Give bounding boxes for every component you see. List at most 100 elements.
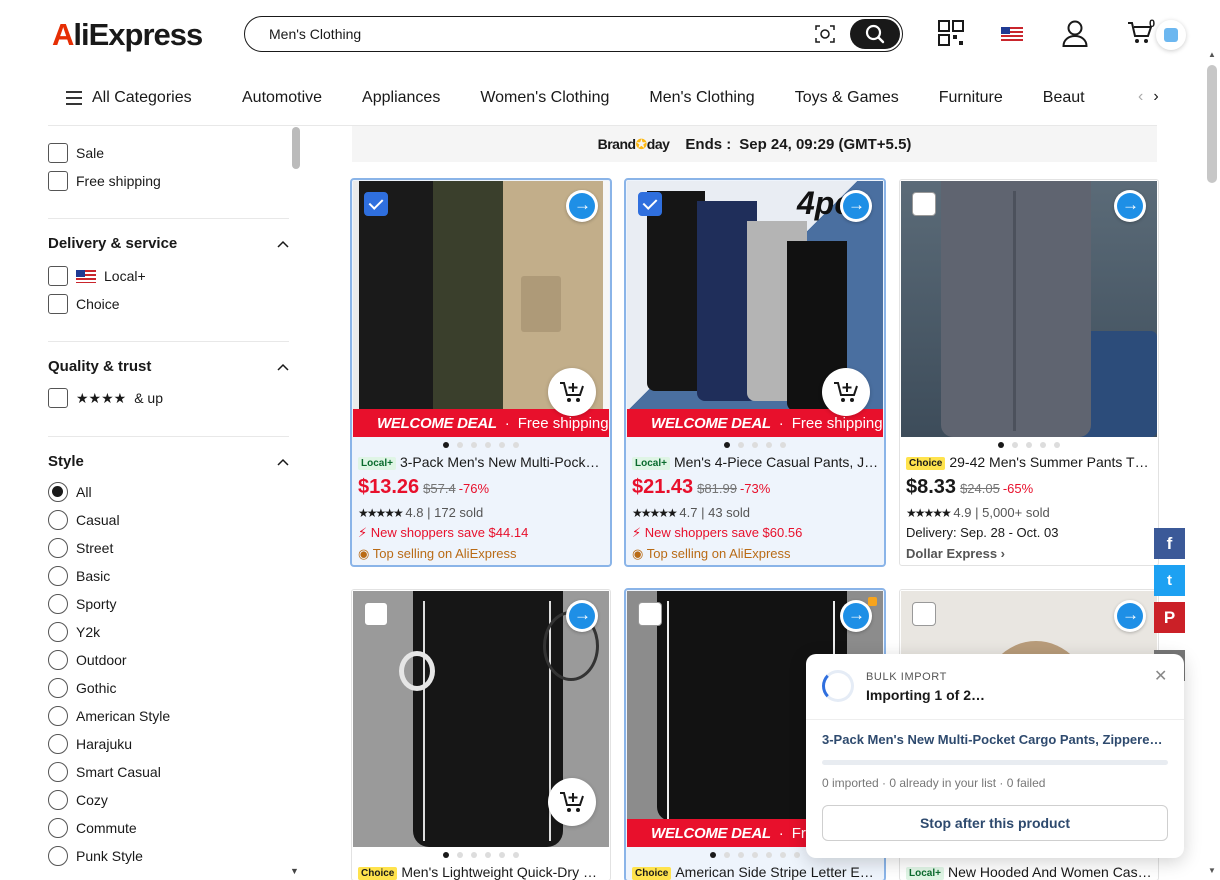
chevron-up-icon[interactable] xyxy=(277,363,289,371)
product-title[interactable]: Local+Men's 4-Piece Casual Pants, Jogger… xyxy=(632,454,880,470)
style-option-label: Sporty xyxy=(76,596,117,612)
scroll-up-arrow-icon[interactable]: ▲ xyxy=(1208,50,1216,59)
style-option-harajuku[interactable]: Harajuku xyxy=(48,734,132,754)
extension-button[interactable] xyxy=(1156,20,1186,50)
aliexpress-logo[interactable]: AliExpress xyxy=(52,17,203,53)
style-option-street[interactable]: Street xyxy=(48,538,113,558)
category-mens-clothing[interactable]: Men's Clothing xyxy=(649,89,754,107)
open-product-icon[interactable] xyxy=(840,190,872,222)
chevron-up-icon[interactable] xyxy=(277,458,289,466)
chevron-up-icon[interactable] xyxy=(277,240,289,248)
radio-button[interactable] xyxy=(48,762,68,782)
style-option-casual[interactable]: Casual xyxy=(48,510,120,530)
style-option-punk-style[interactable]: Punk Style xyxy=(48,846,143,866)
select-checkbox[interactable] xyxy=(638,602,662,626)
style-option-label: Outdoor xyxy=(76,652,127,668)
prev-arrow-icon[interactable]: ‹ xyxy=(1138,88,1143,105)
category-beauty[interactable]: Beaut xyxy=(1043,89,1085,107)
filter-choice[interactable]: Choice xyxy=(48,294,120,314)
product-card[interactable]: Choice29-42 Men's Summer Pants Thin Stre… xyxy=(899,179,1159,566)
radio-button[interactable] xyxy=(48,594,68,614)
radio-button[interactable] xyxy=(48,538,68,558)
style-option-basic[interactable]: Basic xyxy=(48,566,110,586)
filter-local-plus[interactable]: Local+ xyxy=(48,266,146,286)
category-womens-clothing[interactable]: Women's Clothing xyxy=(480,89,609,107)
add-to-cart-button[interactable] xyxy=(548,368,596,416)
select-checkbox[interactable] xyxy=(912,192,936,216)
radio-button[interactable] xyxy=(48,566,68,586)
radio-button[interactable] xyxy=(48,706,68,726)
price-row: $21.43 $81.99 -73% xyxy=(632,476,771,498)
scroll-down-arrow-icon[interactable]: ▼ xyxy=(290,866,299,876)
divider xyxy=(48,436,289,437)
checkbox[interactable] xyxy=(48,266,68,286)
filter-four-stars[interactable]: ★★★★ & up xyxy=(48,388,163,408)
radio-button[interactable] xyxy=(48,510,68,530)
country-flag-icon[interactable] xyxy=(1001,26,1023,44)
product-card[interactable]: ChoiceMen's Lightweight Quick-Dry Sports… xyxy=(351,589,611,880)
product-title[interactable]: Choice29-42 Men's Summer Pants Thin Stre… xyxy=(906,454,1154,470)
stop-import-button[interactable]: Stop after this product xyxy=(822,805,1168,841)
select-checkbox[interactable] xyxy=(364,602,388,626)
product-card[interactable]: 4pc WELCOME DEAL·Free shipping Local+Men… xyxy=(624,178,886,567)
twitter-share-icon[interactable]: t xyxy=(1154,565,1185,596)
checkbox[interactable] xyxy=(48,388,68,408)
select-checkbox[interactable] xyxy=(912,602,936,626)
category-appliances[interactable]: Appliances xyxy=(362,89,440,107)
style-option-all[interactable]: All xyxy=(48,482,92,502)
sidebar-scrollbar[interactable] xyxy=(292,127,300,169)
select-checkbox[interactable] xyxy=(638,192,662,216)
search-button[interactable] xyxy=(850,19,900,49)
all-categories-button[interactable]: All Categories xyxy=(66,89,192,107)
checkbox[interactable] xyxy=(48,143,68,163)
qr-code-icon[interactable] xyxy=(938,20,964,46)
select-checkbox[interactable] xyxy=(364,192,388,216)
style-option-commute[interactable]: Commute xyxy=(48,818,137,838)
category-toys-games[interactable]: Toys & Games xyxy=(795,89,899,107)
style-option-smart-casual[interactable]: Smart Casual xyxy=(48,762,161,782)
radio-button[interactable] xyxy=(48,622,68,642)
account-icon[interactable] xyxy=(1062,20,1088,47)
style-option-y2k[interactable]: Y2k xyxy=(48,622,100,642)
scroll-down-arrow-icon[interactable]: ▼ xyxy=(1208,866,1216,875)
style-option-gothic[interactable]: Gothic xyxy=(48,678,116,698)
product-title[interactable]: Local+New Hooded And Women Casual Hoodie xyxy=(906,864,1154,880)
search-input[interactable] xyxy=(269,24,789,44)
filter-sale[interactable]: Sale xyxy=(48,143,104,163)
open-product-icon[interactable] xyxy=(566,600,598,632)
category-automotive[interactable]: Automotive xyxy=(242,89,322,107)
open-product-icon[interactable] xyxy=(1114,600,1146,632)
style-option-sporty[interactable]: Sporty xyxy=(48,594,116,614)
radio-button[interactable] xyxy=(48,734,68,754)
radio-button[interactable] xyxy=(48,678,68,698)
radio-button[interactable] xyxy=(48,818,68,838)
product-title[interactable]: Local+3-Pack Men's New Multi-Pocket Carg… xyxy=(358,454,606,470)
style-option-american-style[interactable]: American Style xyxy=(48,706,170,726)
radio-button[interactable] xyxy=(48,846,68,866)
page-scrollbar[interactable] xyxy=(1207,65,1217,183)
next-arrow-icon[interactable]: › xyxy=(1153,88,1158,105)
product-card[interactable]: WELCOME DEAL·Free shipping Local+3-Pack … xyxy=(350,178,612,567)
radio-button[interactable] xyxy=(48,790,68,810)
facebook-share-icon[interactable]: f xyxy=(1154,528,1185,559)
open-product-icon[interactable] xyxy=(1114,190,1146,222)
pinterest-share-icon[interactable]: P xyxy=(1154,602,1185,633)
brand-day-banner[interactable]: Brand✪day Ends : Sep 24, 09:29 (GMT+5.5) xyxy=(352,126,1157,162)
filter-free-shipping[interactable]: Free shipping xyxy=(48,171,161,191)
add-to-cart-button[interactable] xyxy=(548,778,596,826)
radio-button[interactable] xyxy=(48,650,68,670)
product-title[interactable]: ChoiceAmerican Side Stripe Letter Embroi… xyxy=(632,864,880,880)
image-search-icon[interactable] xyxy=(815,25,835,43)
open-product-icon[interactable] xyxy=(566,190,598,222)
add-to-cart-button[interactable] xyxy=(822,368,870,416)
checkbox[interactable] xyxy=(48,171,68,191)
close-icon[interactable]: ✕ xyxy=(1154,666,1167,686)
checkbox[interactable] xyxy=(48,294,68,314)
radio-button[interactable] xyxy=(48,482,68,502)
category-furniture[interactable]: Furniture xyxy=(939,89,1003,107)
style-option-outdoor[interactable]: Outdoor xyxy=(48,650,127,670)
style-option-cozy[interactable]: Cozy xyxy=(48,790,108,810)
product-title[interactable]: ChoiceMen's Lightweight Quick-Dry Sports… xyxy=(358,864,606,880)
dollar-express-link[interactable]: Dollar Express › xyxy=(906,546,1005,561)
product-image[interactable] xyxy=(901,181,1157,437)
